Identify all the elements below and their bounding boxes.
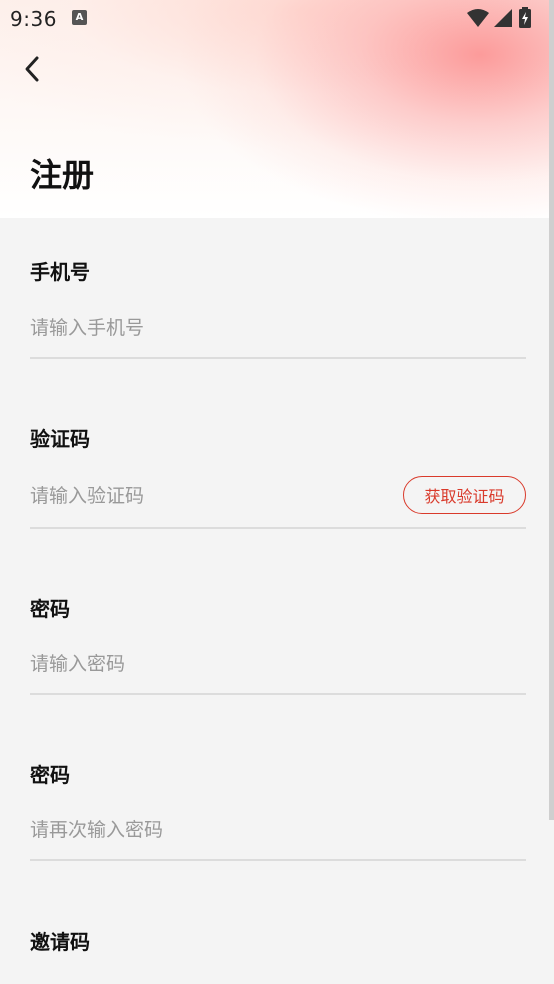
code-input[interactable] [30,481,370,511]
page-title: 注册 [30,156,95,194]
notification-icon: A [72,10,87,25]
back-button[interactable] [14,50,50,88]
confirm-password-underline [30,859,526,861]
signal-icon [494,9,512,27]
phone-input[interactable] [30,313,390,343]
status-icons [466,7,546,29]
wifi-icon [467,9,489,27]
get-code-button[interactable]: 获取验证码 [403,476,526,514]
chevron-left-icon [25,56,39,82]
password-input[interactable] [30,649,390,679]
phone-underline [30,357,526,359]
confirm-password-label: 密码 [30,763,70,787]
status-bar: 9:36 A [0,0,554,38]
code-label: 验证码 [30,427,90,451]
battery-charging-icon [519,7,531,28]
code-underline [30,527,526,529]
confirm-password-input[interactable] [30,815,390,845]
scrollbar[interactable] [549,0,554,820]
password-underline [30,693,526,695]
invite-label: 邀请码 [30,930,90,954]
register-screen: 9:36 A 注册 手机号 验证码 获取验 [0,0,554,984]
status-time: 9:36 [10,7,57,31]
phone-label: 手机号 [30,260,90,284]
password-label: 密码 [30,597,70,621]
